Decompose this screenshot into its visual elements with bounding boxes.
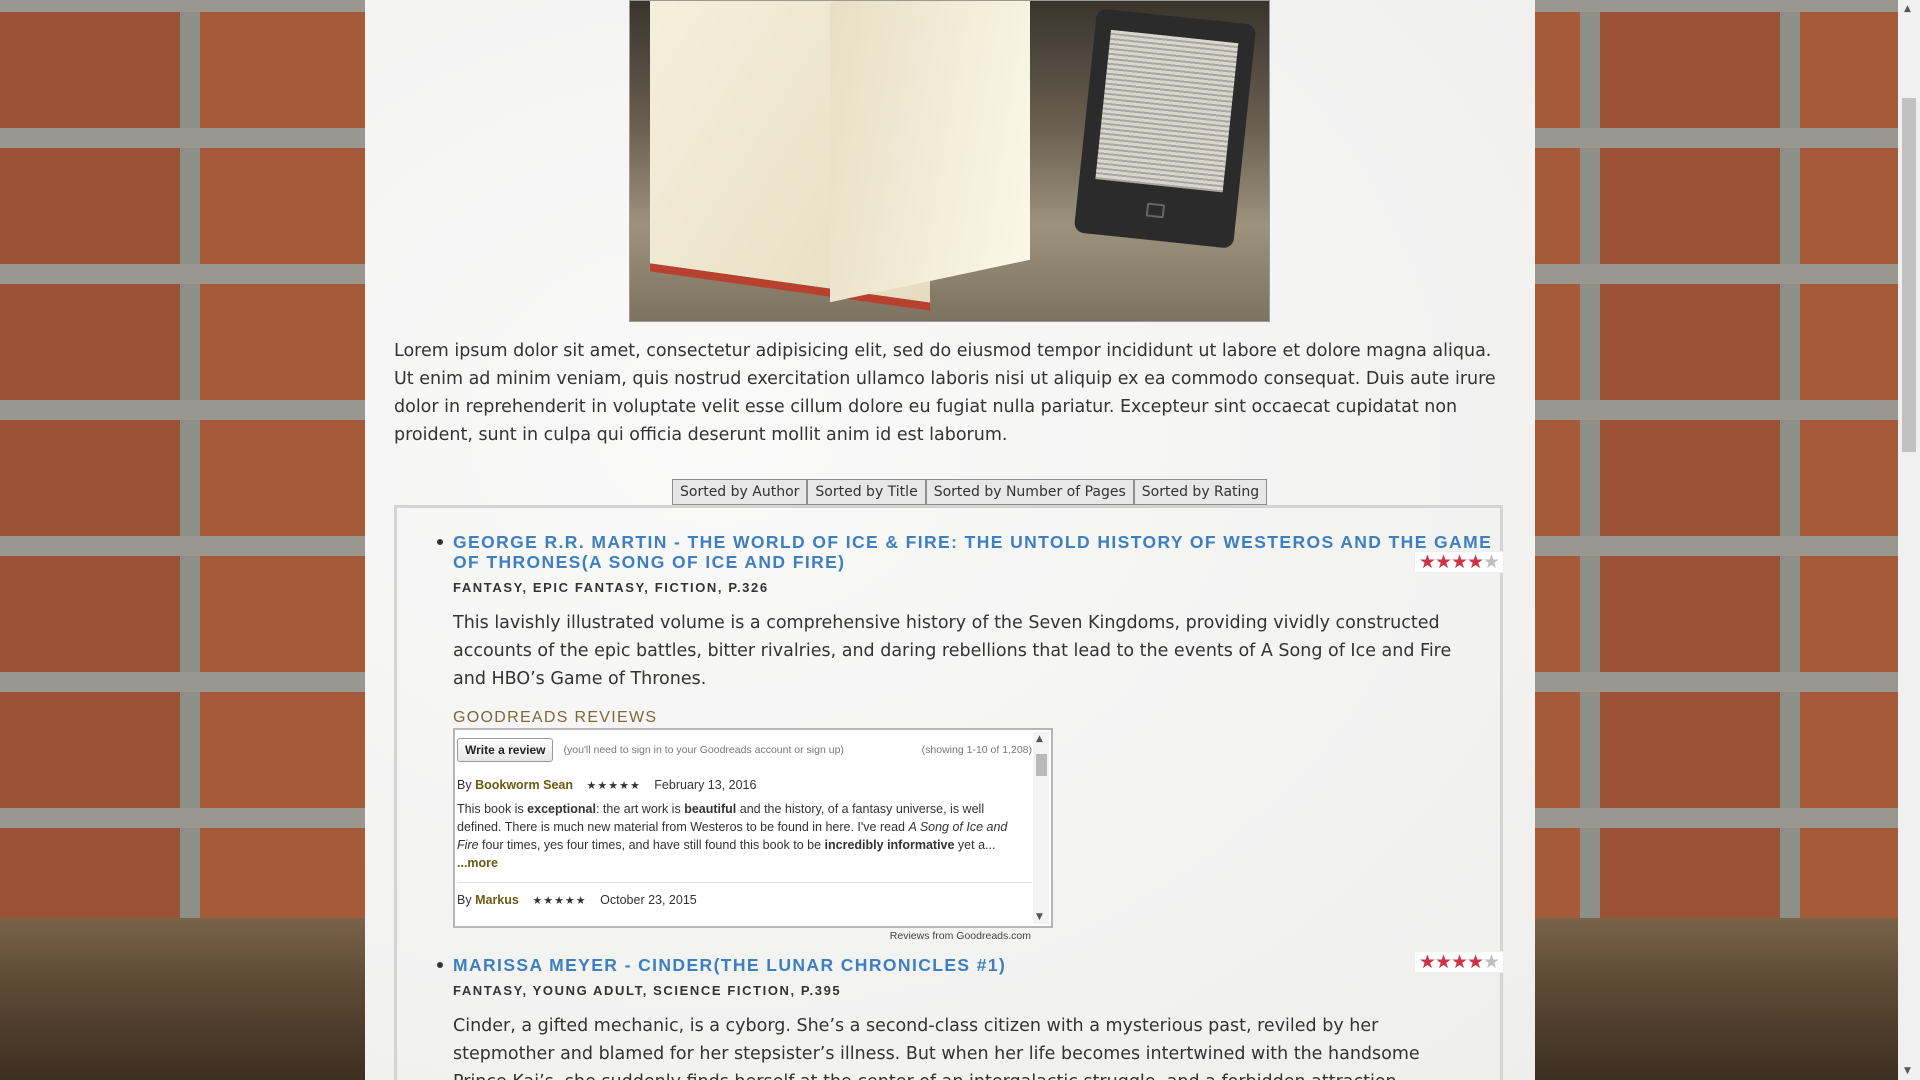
review-text-part: This book is — [457, 802, 528, 816]
reviewer-name-link[interactable]: Markus — [475, 893, 519, 907]
star-icon: ★★★★ — [1418, 551, 1484, 573]
intro-paragraph: Lorem ipsum dolor sit amet, consectetur … — [394, 341, 1496, 445]
ereader-screen — [1095, 29, 1239, 193]
more-link[interactable]: ...more — [457, 856, 498, 870]
rating-stars: ★★★★★ — [1414, 951, 1504, 973]
review-header: By Markus ★★★★★ October 23, 2015 — [457, 893, 1032, 907]
book-title-link[interactable]: MARISSA MEYER - CINDER(THE LUNAR CHRONIC… — [453, 955, 1493, 975]
review-header: By Bookworm Sean ★★★★★ February 13, 2016 — [457, 778, 1032, 792]
review-text-part: yet a... — [954, 838, 996, 852]
star-icon: ★ — [1483, 951, 1500, 973]
review-text-part: : the art work is — [595, 802, 685, 816]
review-date: October 23, 2015 — [600, 893, 697, 907]
ereader — [1073, 8, 1257, 249]
book-description: Cinder, a gifted mechanic, is a cyborg. … — [453, 1016, 1420, 1080]
book-description: This lavishly illustrated volume is a co… — [453, 613, 1452, 689]
review-date: February 13, 2016 — [654, 778, 757, 792]
list-item: MARISSA MEYER - CINDER(THE LUNAR CHRONIC… — [437, 951, 1504, 1080]
hero-image-book-and-ereader — [629, 0, 1270, 322]
scroll-up-icon[interactable]: ▲ — [1036, 734, 1043, 744]
review-divider — [457, 882, 1032, 883]
scroll-thumb[interactable] — [1902, 98, 1916, 452]
review-text-part: four times, yes four times, and have sti… — [478, 838, 825, 852]
signin-note: (you'll need to sign in to your Goodread… — [563, 744, 844, 756]
sort-buttons: Sorted by Author Sorted by Title Sorted … — [672, 479, 1268, 505]
sort-pages-button[interactable]: Sorted by Number of Pages — [925, 479, 1134, 505]
widget-scrollbar[interactable]: ▲ ▼ — [1033, 732, 1049, 924]
bullet-icon — [437, 962, 443, 968]
star-icon: ★★★★ — [1418, 951, 1484, 973]
write-review-button[interactable]: Write a review — [457, 738, 554, 762]
scroll-up-icon[interactable]: ▲ — [1904, 4, 1911, 14]
goodreads-toolbar: Write a review (you'll need to sign in t… — [457, 738, 1032, 762]
ereader-button — [1145, 202, 1166, 219]
rating-stars: ★★★★★ — [1414, 551, 1504, 573]
review-text-bold: exceptional — [527, 802, 596, 816]
review-text-bold: incredibly informative — [824, 838, 955, 852]
page-scrollbar[interactable]: ▲ ▼ — [1898, 0, 1920, 1080]
scroll-thumb[interactable] — [1036, 754, 1047, 776]
book-right-page — [830, 1, 1030, 303]
scroll-down-icon[interactable]: ▼ — [1036, 912, 1043, 922]
book-meta: FANTASY, EPIC FANTASY, FICTION, P.326 — [453, 580, 769, 595]
review-stars: ★★★★★ — [532, 895, 587, 907]
sort-rating-button[interactable]: Sorted by Rating — [1133, 479, 1268, 505]
sort-author-button[interactable]: Sorted by Author — [672, 479, 808, 505]
goodreads-widget-content: Write a review (you'll need to sign in t… — [457, 738, 1032, 907]
book-title-link[interactable]: GEORGE R.R. MARTIN - THE WORLD OF ICE & … — [453, 532, 1493, 572]
content-panel: Lorem ipsum dolor sit amet, consectetur … — [365, 0, 1535, 1080]
goodreads-heading: GOODREADS REVIEWS — [453, 709, 658, 726]
goodreads-widget[interactable]: Write a review (you'll need to sign in t… — [453, 728, 1053, 928]
bullet-icon — [437, 539, 443, 545]
sort-title-button[interactable]: Sorted by Title — [807, 479, 926, 505]
showing-count: (showing 1-10 of 1,208) — [921, 744, 1032, 756]
goodreads-footer: Reviews from Goodreads.com — [889, 930, 1031, 942]
list-item: GEORGE R.R. MARTIN - THE WORLD OF ICE & … — [437, 532, 1504, 942]
review-by-label: By — [457, 893, 472, 907]
review-stars: ★★★★★ — [586, 780, 641, 792]
book-list: GEORGE R.R. MARTIN - THE WORLD OF ICE & … — [394, 505, 1504, 1080]
review-text-bold: beautiful — [684, 802, 737, 816]
review-text: This book is exceptional: the art work i… — [457, 800, 1032, 872]
scroll-down-icon[interactable]: ▼ — [1904, 1066, 1911, 1076]
book-meta: FANTASY, YOUNG ADULT, SCIENCE FICTION, P… — [453, 983, 842, 998]
star-icon: ★ — [1483, 551, 1500, 573]
review-by-label: By — [457, 778, 472, 792]
reviewer-name-link[interactable]: Bookworm Sean — [475, 778, 573, 792]
